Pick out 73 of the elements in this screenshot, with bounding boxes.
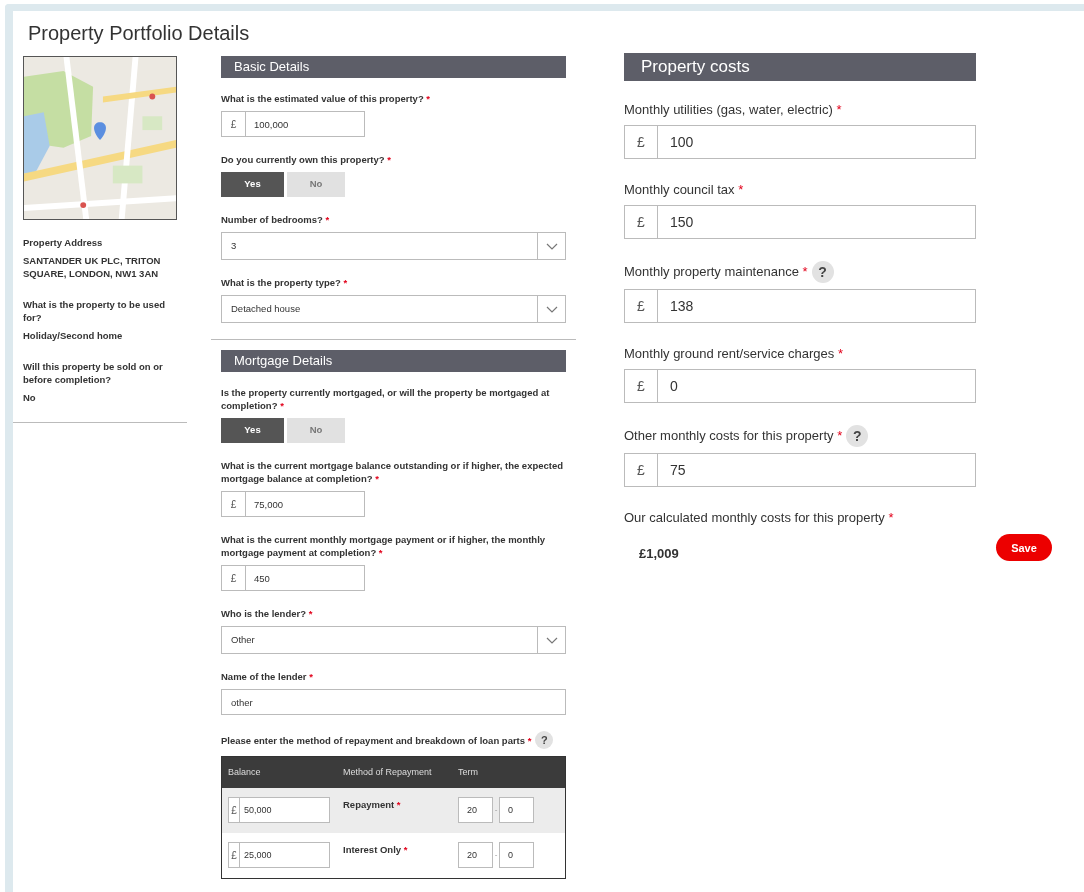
amount-input[interactable]: 100,000	[246, 111, 365, 137]
summary-value: No	[23, 391, 37, 404]
summary-value: Holiday/Second home	[23, 329, 124, 342]
amount-input[interactable]: 138	[658, 289, 976, 323]
toggle-option[interactable]: Yes	[221, 418, 284, 443]
column-header: Term	[458, 765, 478, 779]
summary-label: Will this property be sold on or before completion?	[23, 360, 164, 386]
total-amount: £1,009	[639, 545, 680, 563]
field-label: Is the property currently mortgaged, or will the property be mortgaged at completion? *	[221, 386, 551, 412]
save-button[interactable]: Save	[996, 534, 1052, 562]
repayment-method: Repayment *	[343, 798, 402, 812]
dropdown-select[interactable]: Other	[221, 626, 566, 654]
currency-addon: £	[228, 842, 240, 868]
field-label: Monthly council tax *	[624, 181, 744, 199]
term-separator: -	[493, 849, 499, 861]
field-label: Do you currently own this property? *	[221, 153, 391, 166]
chevron-down-icon	[545, 242, 558, 250]
amount-input[interactable]: 100	[658, 125, 976, 159]
currency-addon: £	[624, 289, 658, 323]
amount-input[interactable]: 75,000	[246, 491, 365, 517]
section-header: Mortgage Details	[221, 350, 566, 372]
currency-addon: £	[221, 491, 246, 517]
repayment-method: Interest Only *	[343, 843, 409, 857]
summary-label: Property Address	[23, 236, 104, 249]
balance-input[interactable]: 25,000	[240, 842, 330, 868]
amount-input[interactable]: 450	[246, 565, 365, 591]
page-title: Property Portfolio Details	[28, 21, 251, 46]
field-label: Our calculated monthly costs for this property *	[624, 509, 894, 527]
term-years-input[interactable]: 20	[458, 842, 493, 868]
summary-value: SANTANDER UK PLC, TRITON SQUARE, LONDON, NW1 3AN	[23, 254, 162, 280]
currency-addon: £	[221, 565, 246, 591]
field-label: Monthly ground rent/service charges *	[624, 345, 843, 363]
field-label: Other monthly costs for this property *	[624, 427, 843, 445]
summary-label: What is the property to be used for?	[23, 298, 166, 324]
balance-input[interactable]: 50,000	[240, 797, 330, 823]
currency-addon: £	[624, 205, 658, 239]
currency-addon: £	[624, 369, 658, 403]
field-label: What is the current monthly mortgage payment or if higher, the monthly mortgage payment at completion? *	[221, 533, 547, 559]
field-label: Number of bedrooms? *	[221, 213, 330, 226]
text-input[interactable]: other	[221, 689, 566, 715]
field-label: Name of the lender *	[221, 670, 313, 683]
dropdown-select[interactable]: Detached house	[221, 295, 566, 323]
toggle-option[interactable]: Yes	[221, 172, 284, 197]
dropdown-select[interactable]: 3	[221, 232, 566, 260]
currency-addon: £	[624, 125, 658, 159]
amount-input[interactable]: 0	[658, 369, 976, 403]
amount-input[interactable]: 150	[658, 205, 976, 239]
toggle-option[interactable]: No	[287, 418, 345, 443]
currency-addon: £	[221, 111, 246, 137]
column-header: Method of Repayment	[343, 765, 433, 779]
field-label: What is the property type? *	[221, 276, 348, 289]
section-header: Property costs	[624, 53, 976, 81]
toggle-option[interactable]: No	[287, 172, 345, 197]
term-separator: -	[493, 804, 499, 816]
field-label: Please enter the method of repayment and breakdown of loan parts *	[221, 733, 532, 747]
term-months-input[interactable]: 0	[499, 797, 534, 823]
currency-addon: £	[228, 797, 240, 823]
field-label: What is the current mortgage balance outstanding or if higher, the expected mortgage balance at completion? *	[221, 459, 565, 485]
amount-input[interactable]: 75	[658, 453, 976, 487]
chevron-down-icon	[545, 636, 558, 644]
currency-addon: £	[624, 453, 658, 487]
help-button[interactable]: ?	[811, 261, 834, 283]
term-years-input[interactable]: 20	[458, 797, 493, 823]
term-months-input[interactable]: 0	[499, 842, 534, 868]
column-header: Balance	[227, 765, 262, 779]
field-label: What is the estimated value of this property? *	[221, 92, 431, 105]
help-button[interactable]: ?	[846, 425, 869, 447]
section-header: Basic Details	[221, 56, 566, 78]
chevron-down-icon	[545, 305, 558, 313]
field-label: Monthly utilities (gas, water, electric) *	[624, 101, 842, 119]
field-label: Who is the lender? *	[221, 607, 313, 620]
help-button[interactable]: ?	[535, 731, 554, 749]
field-label: Monthly property maintenance *	[624, 263, 808, 281]
